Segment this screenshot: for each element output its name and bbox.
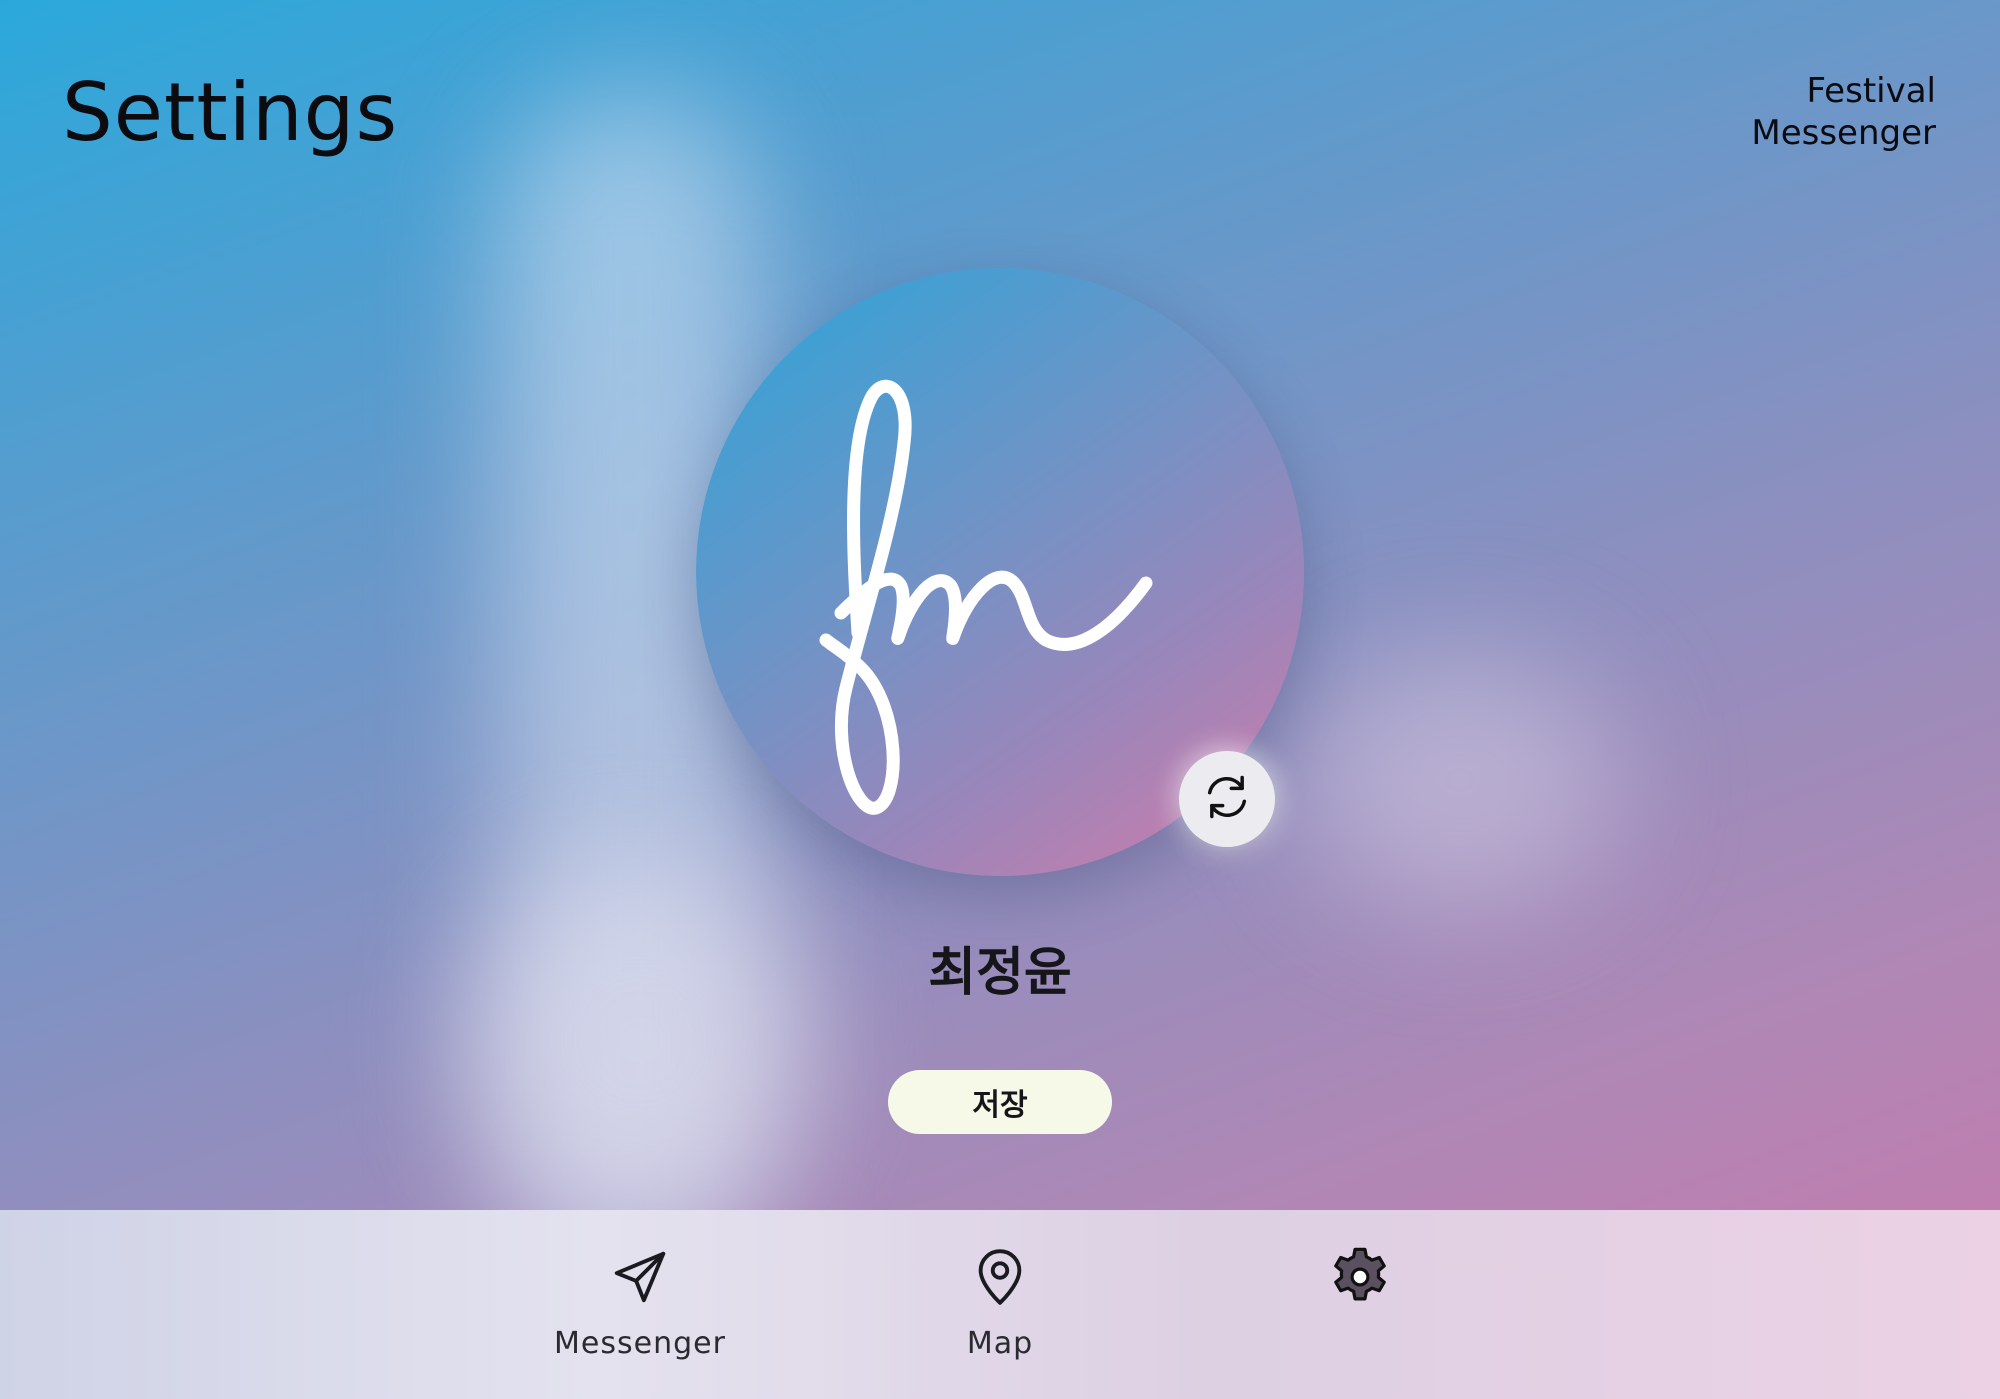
gear-icon: [1325, 1242, 1395, 1312]
background-glow: [1300, 650, 1620, 910]
user-name: 최정윤: [928, 943, 1072, 1003]
app-name: Festival Messenger: [1716, 70, 1936, 154]
save-button[interactable]: 저장: [888, 1070, 1112, 1134]
map-pin-icon: [965, 1242, 1035, 1312]
refresh-avatar-button[interactable]: [1179, 751, 1275, 847]
page-title: Settings: [62, 66, 399, 159]
refresh-icon: [1201, 771, 1253, 827]
nav-item-map[interactable]: Map: [880, 1210, 1120, 1399]
app-name-line1: Festival: [1806, 71, 1936, 111]
background-glow: [460, 860, 820, 1220]
bottom-navigation: Messenger Map: [0, 1210, 2000, 1399]
nav-item-messenger[interactable]: Messenger: [520, 1210, 760, 1399]
nav-item-settings[interactable]: [1240, 1210, 1480, 1399]
send-icon: [605, 1242, 675, 1312]
app-name-line2: Messenger: [1751, 113, 1936, 153]
nav-label-map: Map: [966, 1326, 1034, 1361]
nav-label-messenger: Messenger: [554, 1326, 726, 1361]
